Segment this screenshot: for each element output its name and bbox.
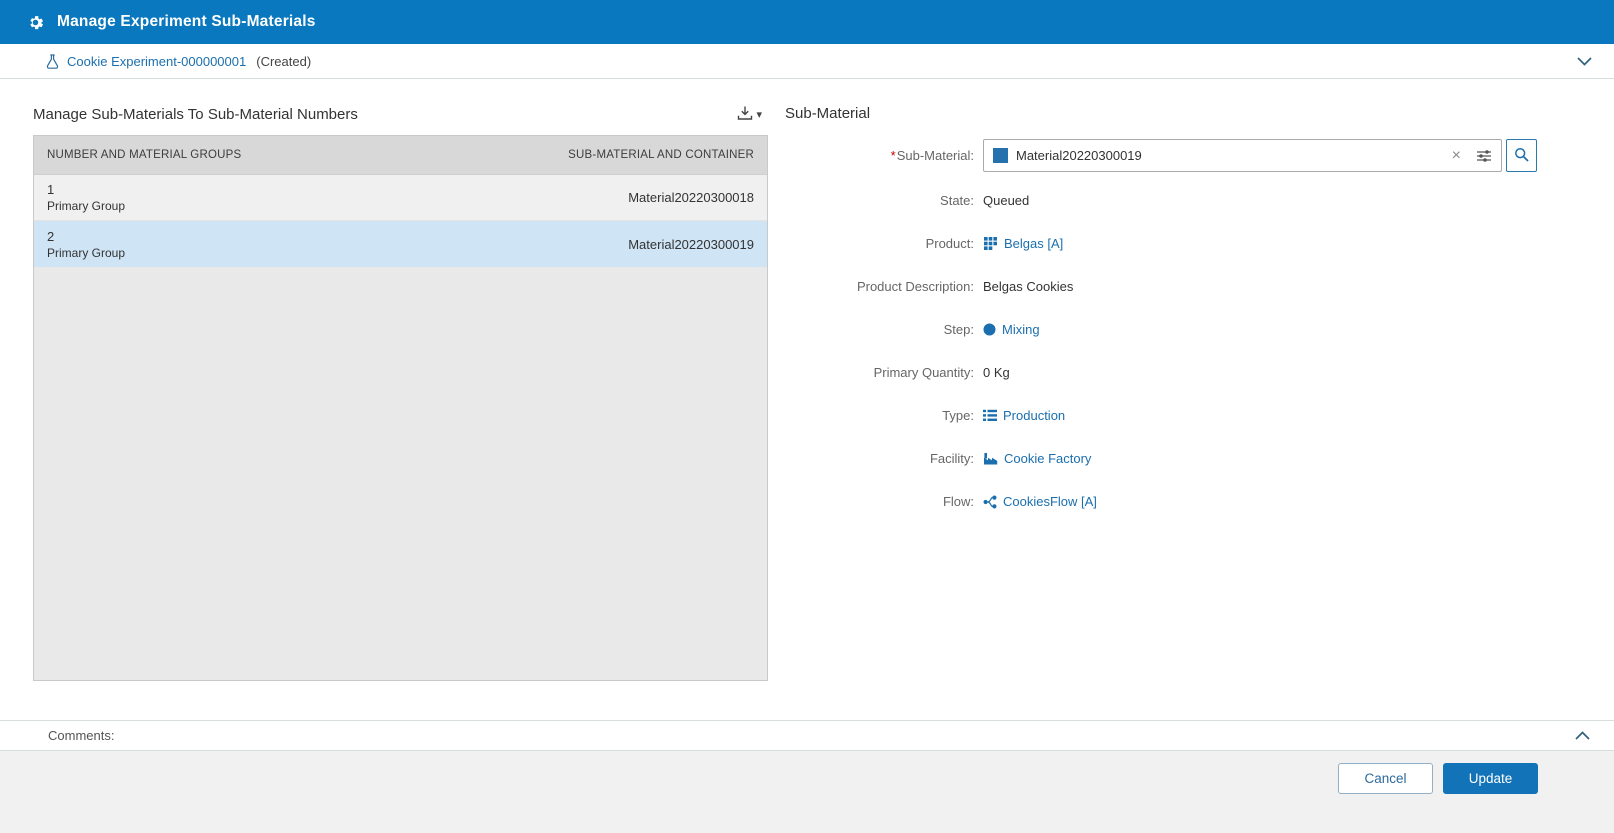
field-row-primary-quantity: Primary Quantity: 0 Kg — [785, 351, 1537, 394]
main-content: Manage Sub-Materials To Sub-Material Num… — [0, 79, 1614, 720]
facility-link[interactable]: Cookie Factory — [983, 451, 1091, 466]
sub-material-input-value: Material20220300019 — [1016, 148, 1442, 163]
clear-icon[interactable]: × — [1450, 148, 1463, 164]
context-collapse-chevron-down-icon[interactable] — [1577, 57, 1592, 66]
product-value: Belgas [A] — [1004, 236, 1063, 251]
column-header-number-groups[interactable]: NUMBER AND MATERIAL GROUPS — [47, 149, 241, 161]
sub-material-detail-title: Sub-Material — [785, 105, 1537, 122]
context-bar: Cookie Experiment-000000001 (Created) — [0, 44, 1614, 79]
material-swatch-icon — [993, 148, 1008, 163]
table-header: NUMBER AND MATERIAL GROUPS SUB-MATERIAL … — [34, 136, 767, 175]
flow-icon — [983, 495, 997, 509]
search-icon — [1514, 147, 1529, 165]
gear-icon — [26, 13, 45, 32]
field-row-sub-material: *Sub-Material: Material20220300019 × — [785, 132, 1537, 179]
filter-options-icon[interactable] — [1476, 149, 1492, 163]
sub-materials-panel-title: Manage Sub-Materials To Sub-Material Num… — [33, 106, 358, 123]
type-value: Production — [1003, 408, 1065, 423]
comments-bar[interactable]: Comments: — [0, 720, 1614, 751]
sub-materials-table: NUMBER AND MATERIAL GROUPS SUB-MATERIAL … — [33, 135, 768, 681]
field-label: Flow: — [785, 494, 983, 509]
product-description-value: Belgas Cookies — [983, 279, 1073, 294]
field-row-type: Type: Production — [785, 394, 1537, 437]
field-label: Step: — [785, 322, 983, 337]
type-list-icon — [983, 409, 997, 422]
step-value: Mixing — [1002, 322, 1040, 337]
row-number-group-cell: 1 Primary Group — [47, 181, 125, 214]
sub-materials-panel: Manage Sub-Materials To Sub-Material Num… — [33, 105, 768, 720]
app-window: Manage Experiment Sub-Materials Cookie E… — [0, 0, 1614, 833]
update-button[interactable]: Update — [1443, 763, 1538, 794]
experiment-flask-icon — [46, 54, 59, 69]
table-empty-area — [34, 267, 767, 680]
primary-quantity-value: 0 Kg — [983, 365, 1010, 380]
column-header-sub-material[interactable]: SUB-MATERIAL AND CONTAINER — [568, 149, 754, 161]
field-label: Primary Quantity: — [785, 365, 983, 380]
product-icon — [983, 236, 998, 251]
row-sub-material: Material20220300018 — [628, 190, 754, 205]
row-sub-material: Material20220300019 — [628, 237, 754, 252]
sub-materials-panel-header: Manage Sub-Materials To Sub-Material Num… — [33, 105, 768, 135]
row-number-group-cell: 2 Primary Group — [47, 228, 125, 261]
field-row-state: State: Queued — [785, 179, 1537, 222]
table-row[interactable]: 1 Primary Group Material20220300018 — [34, 175, 767, 221]
comments-chevron-up-icon[interactable] — [1575, 731, 1590, 740]
flow-value: CookiesFlow [A] — [1003, 494, 1097, 509]
field-label: State: — [785, 193, 983, 208]
comments-label: Comments: — [48, 728, 114, 743]
sub-material-field-value: Material20220300019 × — [983, 139, 1537, 172]
field-label: Facility: — [785, 451, 983, 466]
step-link[interactable]: Mixing — [983, 322, 1040, 337]
field-row-facility: Facility: Cookie Factory — [785, 437, 1537, 480]
field-row-step: Step: Mixing — [785, 308, 1537, 351]
field-row-product: Product: Belgas [A] — [785, 222, 1537, 265]
state-value: Queued — [983, 193, 1029, 208]
sub-material-detail-panel: Sub-Material *Sub-Material: Material2022… — [768, 105, 1614, 720]
product-link[interactable]: Belgas [A] — [983, 236, 1063, 251]
cancel-button[interactable]: Cancel — [1338, 763, 1433, 794]
row-material-group: Primary Group — [47, 198, 125, 214]
field-label: Product Description: — [785, 279, 983, 294]
type-link[interactable]: Production — [983, 408, 1065, 423]
page-title: Manage Experiment Sub-Materials — [57, 13, 316, 31]
field-row-flow: Flow: CookiesFlow [A] — [785, 480, 1537, 523]
facility-factory-icon — [983, 452, 998, 465]
flow-link[interactable]: CookiesFlow [A] — [983, 494, 1097, 509]
titlebar: Manage Experiment Sub-Materials — [0, 0, 1614, 44]
footer-action-bar: Cancel Update — [0, 751, 1614, 833]
sub-material-input-group: Material20220300019 × — [983, 139, 1537, 172]
experiment-status: (Created) — [256, 54, 311, 69]
export-button[interactable]: ▾ — [737, 105, 762, 124]
row-material-group: Primary Group — [47, 245, 125, 261]
row-number: 1 — [47, 181, 125, 198]
field-label: Product: — [785, 236, 983, 251]
sub-material-input[interactable]: Material20220300019 × — [983, 139, 1502, 172]
experiment-link[interactable]: Cookie Experiment-000000001 — [67, 54, 246, 69]
step-circle-icon — [983, 323, 996, 336]
sub-material-field-label: *Sub-Material: — [785, 148, 983, 163]
table-row-selected[interactable]: 2 Primary Group Material20220300019 — [34, 221, 767, 267]
search-button[interactable] — [1506, 139, 1537, 172]
export-download-icon — [737, 105, 753, 124]
export-caret-down-icon: ▾ — [756, 108, 762, 121]
field-row-product-description: Product Description: Belgas Cookies — [785, 265, 1537, 308]
required-asterisk: * — [891, 148, 896, 163]
facility-value: Cookie Factory — [1004, 451, 1091, 466]
row-number: 2 — [47, 228, 125, 245]
field-label: Type: — [785, 408, 983, 423]
